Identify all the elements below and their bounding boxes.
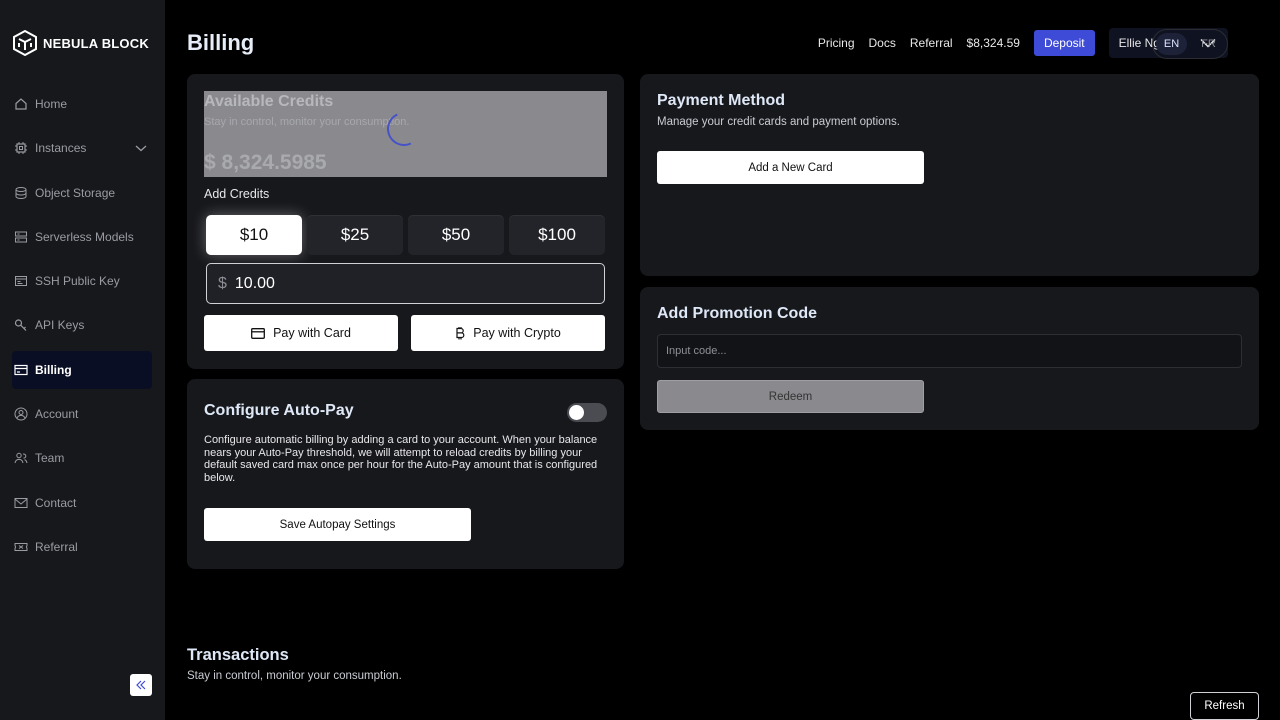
- sidebar-item-instances[interactable]: Instances: [12, 129, 152, 167]
- sidebar-item-label: Instances: [35, 141, 87, 156]
- loading-spinner-icon: [382, 107, 426, 151]
- sidebar-item-label: Referral: [35, 539, 78, 554]
- payment-method-card: Payment Method Manage your credit cards …: [640, 74, 1259, 276]
- ticket-icon: [14, 540, 28, 554]
- promotion-code-card: Add Promotion Code Redeem: [640, 287, 1259, 430]
- preset-25-button[interactable]: $25: [307, 215, 403, 255]
- payment-method-subtitle: Manage your credit cards and payment opt…: [657, 116, 900, 128]
- language-option-fr[interactable]: FR: [1193, 33, 1224, 55]
- logo-icon: [13, 30, 37, 56]
- add-card-button[interactable]: Add a New Card: [657, 151, 924, 184]
- server-icon: [14, 230, 28, 244]
- sidebar-item-label: Billing: [35, 362, 72, 377]
- autopay-card: Configure Auto-Pay Configure automatic b…: [187, 379, 624, 569]
- transactions-title: Transactions: [187, 646, 289, 664]
- autopay-title: Configure Auto-Pay: [204, 402, 354, 419]
- pay-with-card-label: Pay with Card: [273, 326, 351, 340]
- payment-method-title: Payment Method: [657, 92, 786, 109]
- sidebar-item-serverless-models[interactable]: Serverless Models: [12, 218, 152, 256]
- billing-icon: [14, 363, 28, 377]
- sidebar-item-home[interactable]: Home: [12, 85, 152, 123]
- sidebar-item-account[interactable]: Account: [12, 395, 152, 433]
- sidebar-item-label: SSH Public Key: [35, 274, 120, 289]
- credits-title: Available Credits: [204, 93, 334, 110]
- home-icon: [14, 97, 28, 111]
- double-chevron-left-icon: [136, 680, 146, 690]
- key-icon: [14, 318, 28, 332]
- pay-with-crypto-label: Pay with Crypto: [473, 326, 561, 340]
- sidebar-item-referral[interactable]: Referral: [12, 528, 152, 566]
- sidebar-item-contact[interactable]: Contact: [12, 484, 152, 522]
- sidebar-item-api-keys[interactable]: API Keys: [12, 306, 152, 344]
- deposit-button[interactable]: Deposit: [1033, 30, 1095, 56]
- sidebar-item-label: Object Storage: [35, 185, 116, 200]
- collapse-sidebar-button[interactable]: [130, 674, 152, 696]
- pay-with-crypto-button[interactable]: Pay with Crypto: [411, 315, 605, 351]
- autopay-toggle[interactable]: [567, 403, 607, 422]
- currency-symbol: $: [218, 274, 227, 292]
- transactions-subtitle: Stay in control, monitor your consumptio…: [187, 670, 402, 682]
- payment-buttons: Pay with Card Pay with Crypto: [204, 315, 605, 351]
- balance-display: $8,324.59: [966, 36, 1020, 50]
- bitcoin-icon: [456, 326, 465, 339]
- credits-loading-overlay: Available Credits Stay in control, monit…: [204, 91, 607, 177]
- sidebar-item-billing[interactable]: Billing: [12, 350, 152, 389]
- credit-amount-value: 10.00: [234, 274, 275, 292]
- docs-link[interactable]: Docs: [869, 36, 896, 50]
- brand-logo[interactable]: NEBULA BLOCK: [13, 30, 149, 56]
- team-icon: [14, 451, 28, 465]
- credit-card-icon: [251, 327, 266, 339]
- sidebar-item-label: API Keys: [35, 318, 85, 333]
- page-title: Billing: [187, 30, 255, 55]
- credits-card: Available Credits Stay in control, monit…: [187, 74, 624, 369]
- sidebar-item-team[interactable]: Team: [12, 439, 152, 477]
- pricing-link[interactable]: Pricing: [818, 36, 855, 50]
- preset-50-button[interactable]: $50: [408, 215, 504, 255]
- chevron-down-icon[interactable]: [134, 141, 148, 155]
- sidebar-item-label: Contact: [35, 495, 77, 510]
- app-root: NEBULA BLOCK Home Instances Object Stora…: [0, 0, 1280, 720]
- sidebar-item-object-storage[interactable]: Object Storage: [12, 174, 152, 212]
- refresh-button[interactable]: Refresh: [1190, 692, 1259, 720]
- chip-icon: [14, 141, 28, 155]
- redeem-button[interactable]: Redeem: [657, 380, 924, 413]
- brand-name: NEBULA BLOCK: [43, 35, 149, 51]
- credits-subtitle: Stay in control, monitor your consumptio…: [204, 116, 410, 128]
- sidebar-nav: Home Instances Object Storage Serverless…: [12, 85, 152, 572]
- add-credits-label: Add Credits: [204, 187, 270, 201]
- sidebar-item-label: Home: [35, 97, 68, 111]
- sidebar-item-label: Team: [35, 451, 65, 466]
- credit-presets: $10 $25 $50 $100: [206, 215, 605, 255]
- sidebar: NEBULA BLOCK Home Instances Object Stora…: [0, 0, 165, 720]
- preset-100-button[interactable]: $100: [509, 215, 605, 255]
- credits-amount: $ 8,324.5985: [204, 151, 327, 174]
- language-switcher: EN FR: [1152, 29, 1228, 59]
- save-autopay-button[interactable]: Save Autopay Settings: [204, 508, 471, 541]
- sidebar-item-ssh-public-key[interactable]: SSH Public Key: [12, 262, 152, 300]
- referral-link[interactable]: Referral: [910, 36, 953, 50]
- terminal-icon: [14, 274, 28, 288]
- user-icon: [14, 407, 28, 421]
- mail-icon: [14, 496, 28, 510]
- database-icon: [14, 186, 28, 200]
- autopay-description: Configure automatic billing by adding a …: [204, 434, 598, 484]
- credit-amount-input[interactable]: $ 10.00: [206, 263, 605, 304]
- promotion-code-title: Add Promotion Code: [657, 305, 817, 322]
- language-option-en[interactable]: EN: [1156, 33, 1187, 55]
- pay-with-card-button[interactable]: Pay with Card: [204, 315, 398, 351]
- toggle-knob: [569, 405, 584, 420]
- sidebar-item-label: Serverless Models: [35, 229, 134, 244]
- promotion-code-input[interactable]: [657, 334, 1242, 368]
- sidebar-item-label: Account: [35, 407, 79, 422]
- preset-10-button[interactable]: $10: [206, 215, 302, 255]
